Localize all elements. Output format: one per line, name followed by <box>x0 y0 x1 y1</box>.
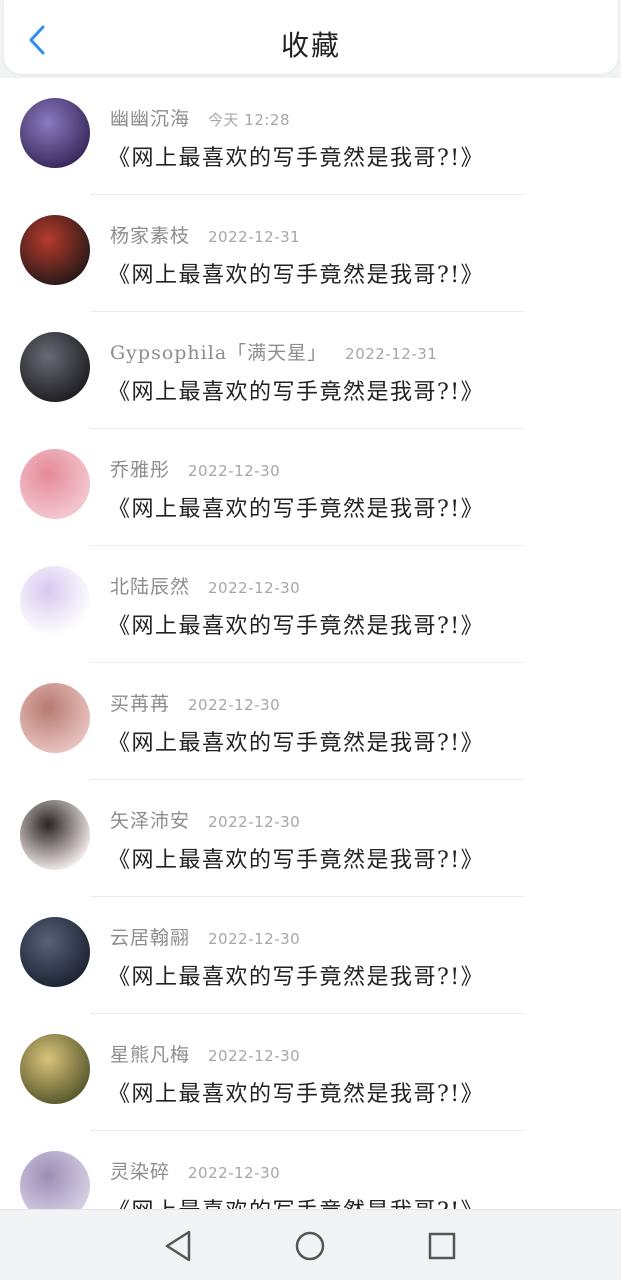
item-meta: 星熊凡梅 2022-12-30 <box>110 1040 301 1067</box>
timestamp: 2022-12-30 <box>188 696 281 714</box>
favorite-item[interactable]: Gypsophila「满天星」 2022-12-31 《网上最喜欢的写手竟然是我哥?… <box>0 312 621 429</box>
item-meta: 灵染碎 2022-12-30 <box>110 1157 281 1184</box>
work-title[interactable]: 《网上最喜欢的写手竟然是我哥?!》 <box>108 842 484 874</box>
timestamp: 2022-12-30 <box>188 462 281 480</box>
avatar[interactable] <box>20 800 90 870</box>
work-title[interactable]: 《网上最喜欢的写手竟然是我哥?!》 <box>108 959 484 991</box>
favorite-item[interactable]: 灵染碎 2022-12-30 《网上最喜欢的写手竟然是我哥?!》 <box>0 1131 621 1209</box>
timestamp: 2022-12-30 <box>208 930 301 948</box>
avatar[interactable] <box>20 332 90 402</box>
timestamp: 2022-12-30 <box>208 579 301 597</box>
nav-recents-button[interactable] <box>422 1226 462 1266</box>
favorite-item[interactable]: 买苒苒 2022-12-30 《网上最喜欢的写手竟然是我哥?!》 <box>0 663 621 780</box>
username[interactable]: 买苒苒 <box>110 689 170 716</box>
favorites-list: 幽幽沉海 今天 12:28 《网上最喜欢的写手竟然是我哥?!》 杨家素枝 2022-12… <box>0 78 621 1209</box>
work-title[interactable]: 《网上最喜欢的写手竟然是我哥?!》 <box>108 1193 484 1209</box>
username[interactable]: 灵染碎 <box>110 1157 170 1184</box>
avatar[interactable] <box>20 1151 90 1209</box>
item-meta: 矢泽沛安 2022-12-30 <box>110 806 301 833</box>
timestamp: 今天 12:28 <box>208 111 291 129</box>
circle-home-icon <box>295 1231 325 1261</box>
item-meta: 买苒苒 2022-12-30 <box>110 689 281 716</box>
top-bar: 收藏 <box>4 0 618 74</box>
favorite-item[interactable]: 乔雅彤 2022-12-30 《网上最喜欢的写手竟然是我哥?!》 <box>0 429 621 546</box>
work-title[interactable]: 《网上最喜欢的写手竟然是我哥?!》 <box>108 257 484 289</box>
work-title[interactable]: 《网上最喜欢的写手竟然是我哥?!》 <box>108 608 484 640</box>
avatar[interactable] <box>20 683 90 753</box>
username[interactable]: 幽幽沉海 <box>110 104 190 131</box>
username[interactable]: 云居翰翮 <box>110 923 190 950</box>
avatar[interactable] <box>20 566 90 636</box>
item-meta: 杨家素枝 2022-12-31 <box>110 221 301 248</box>
triangle-back-icon <box>165 1230 191 1262</box>
avatar[interactable] <box>20 98 90 168</box>
item-meta: 云居翰翮 2022-12-30 <box>110 923 301 950</box>
avatar[interactable] <box>20 215 90 285</box>
avatar[interactable] <box>20 917 90 987</box>
work-title[interactable]: 《网上最喜欢的写手竟然是我哥?!》 <box>108 374 484 406</box>
item-meta: 乔雅彤 2022-12-30 <box>110 455 281 482</box>
avatar[interactable] <box>20 1034 90 1104</box>
work-title[interactable]: 《网上最喜欢的写手竟然是我哥?!》 <box>108 491 484 523</box>
timestamp: 2022-12-31 <box>345 345 438 363</box>
timestamp: 2022-12-31 <box>208 228 301 246</box>
timestamp: 2022-12-30 <box>188 1164 281 1182</box>
favorite-item[interactable]: 云居翰翮 2022-12-30 《网上最喜欢的写手竟然是我哥?!》 <box>0 897 621 1014</box>
item-meta: 北陆辰然 2022-12-30 <box>110 572 301 599</box>
item-meta: 幽幽沉海 今天 12:28 <box>110 104 291 131</box>
username[interactable]: Gypsophila「满天星」 <box>110 338 327 365</box>
nav-home-button[interactable] <box>290 1226 330 1266</box>
avatar[interactable] <box>20 449 90 519</box>
username[interactable]: 北陆辰然 <box>110 572 190 599</box>
timestamp: 2022-12-30 <box>208 813 301 831</box>
system-nav-bar <box>0 1209 621 1280</box>
work-title[interactable]: 《网上最喜欢的写手竟然是我哥?!》 <box>108 1076 484 1108</box>
username[interactable]: 星熊凡梅 <box>110 1040 190 1067</box>
favorite-item[interactable]: 矢泽沛安 2022-12-30 《网上最喜欢的写手竟然是我哥?!》 <box>0 780 621 897</box>
username[interactable]: 矢泽沛安 <box>110 806 190 833</box>
timestamp: 2022-12-30 <box>208 1047 301 1065</box>
favorite-item[interactable]: 杨家素枝 2022-12-31 《网上最喜欢的写手竟然是我哥?!》 <box>0 195 621 312</box>
work-title[interactable]: 《网上最喜欢的写手竟然是我哥?!》 <box>108 140 484 172</box>
username[interactable]: 乔雅彤 <box>110 455 170 482</box>
work-title[interactable]: 《网上最喜欢的写手竟然是我哥?!》 <box>108 725 484 757</box>
favorite-item[interactable]: 北陆辰然 2022-12-30 《网上最喜欢的写手竟然是我哥?!》 <box>0 546 621 663</box>
nav-back-button[interactable] <box>158 1226 198 1266</box>
page-title: 收藏 <box>280 29 341 62</box>
username[interactable]: 杨家素枝 <box>110 221 190 248</box>
favorite-item[interactable]: 星熊凡梅 2022-12-30 《网上最喜欢的写手竟然是我哥?!》 <box>0 1014 621 1131</box>
favorite-item[interactable]: 幽幽沉海 今天 12:28 《网上最喜欢的写手竟然是我哥?!》 <box>0 78 621 195</box>
item-meta: Gypsophila「满天星」 2022-12-31 <box>110 338 438 365</box>
square-recents-icon <box>428 1232 456 1260</box>
